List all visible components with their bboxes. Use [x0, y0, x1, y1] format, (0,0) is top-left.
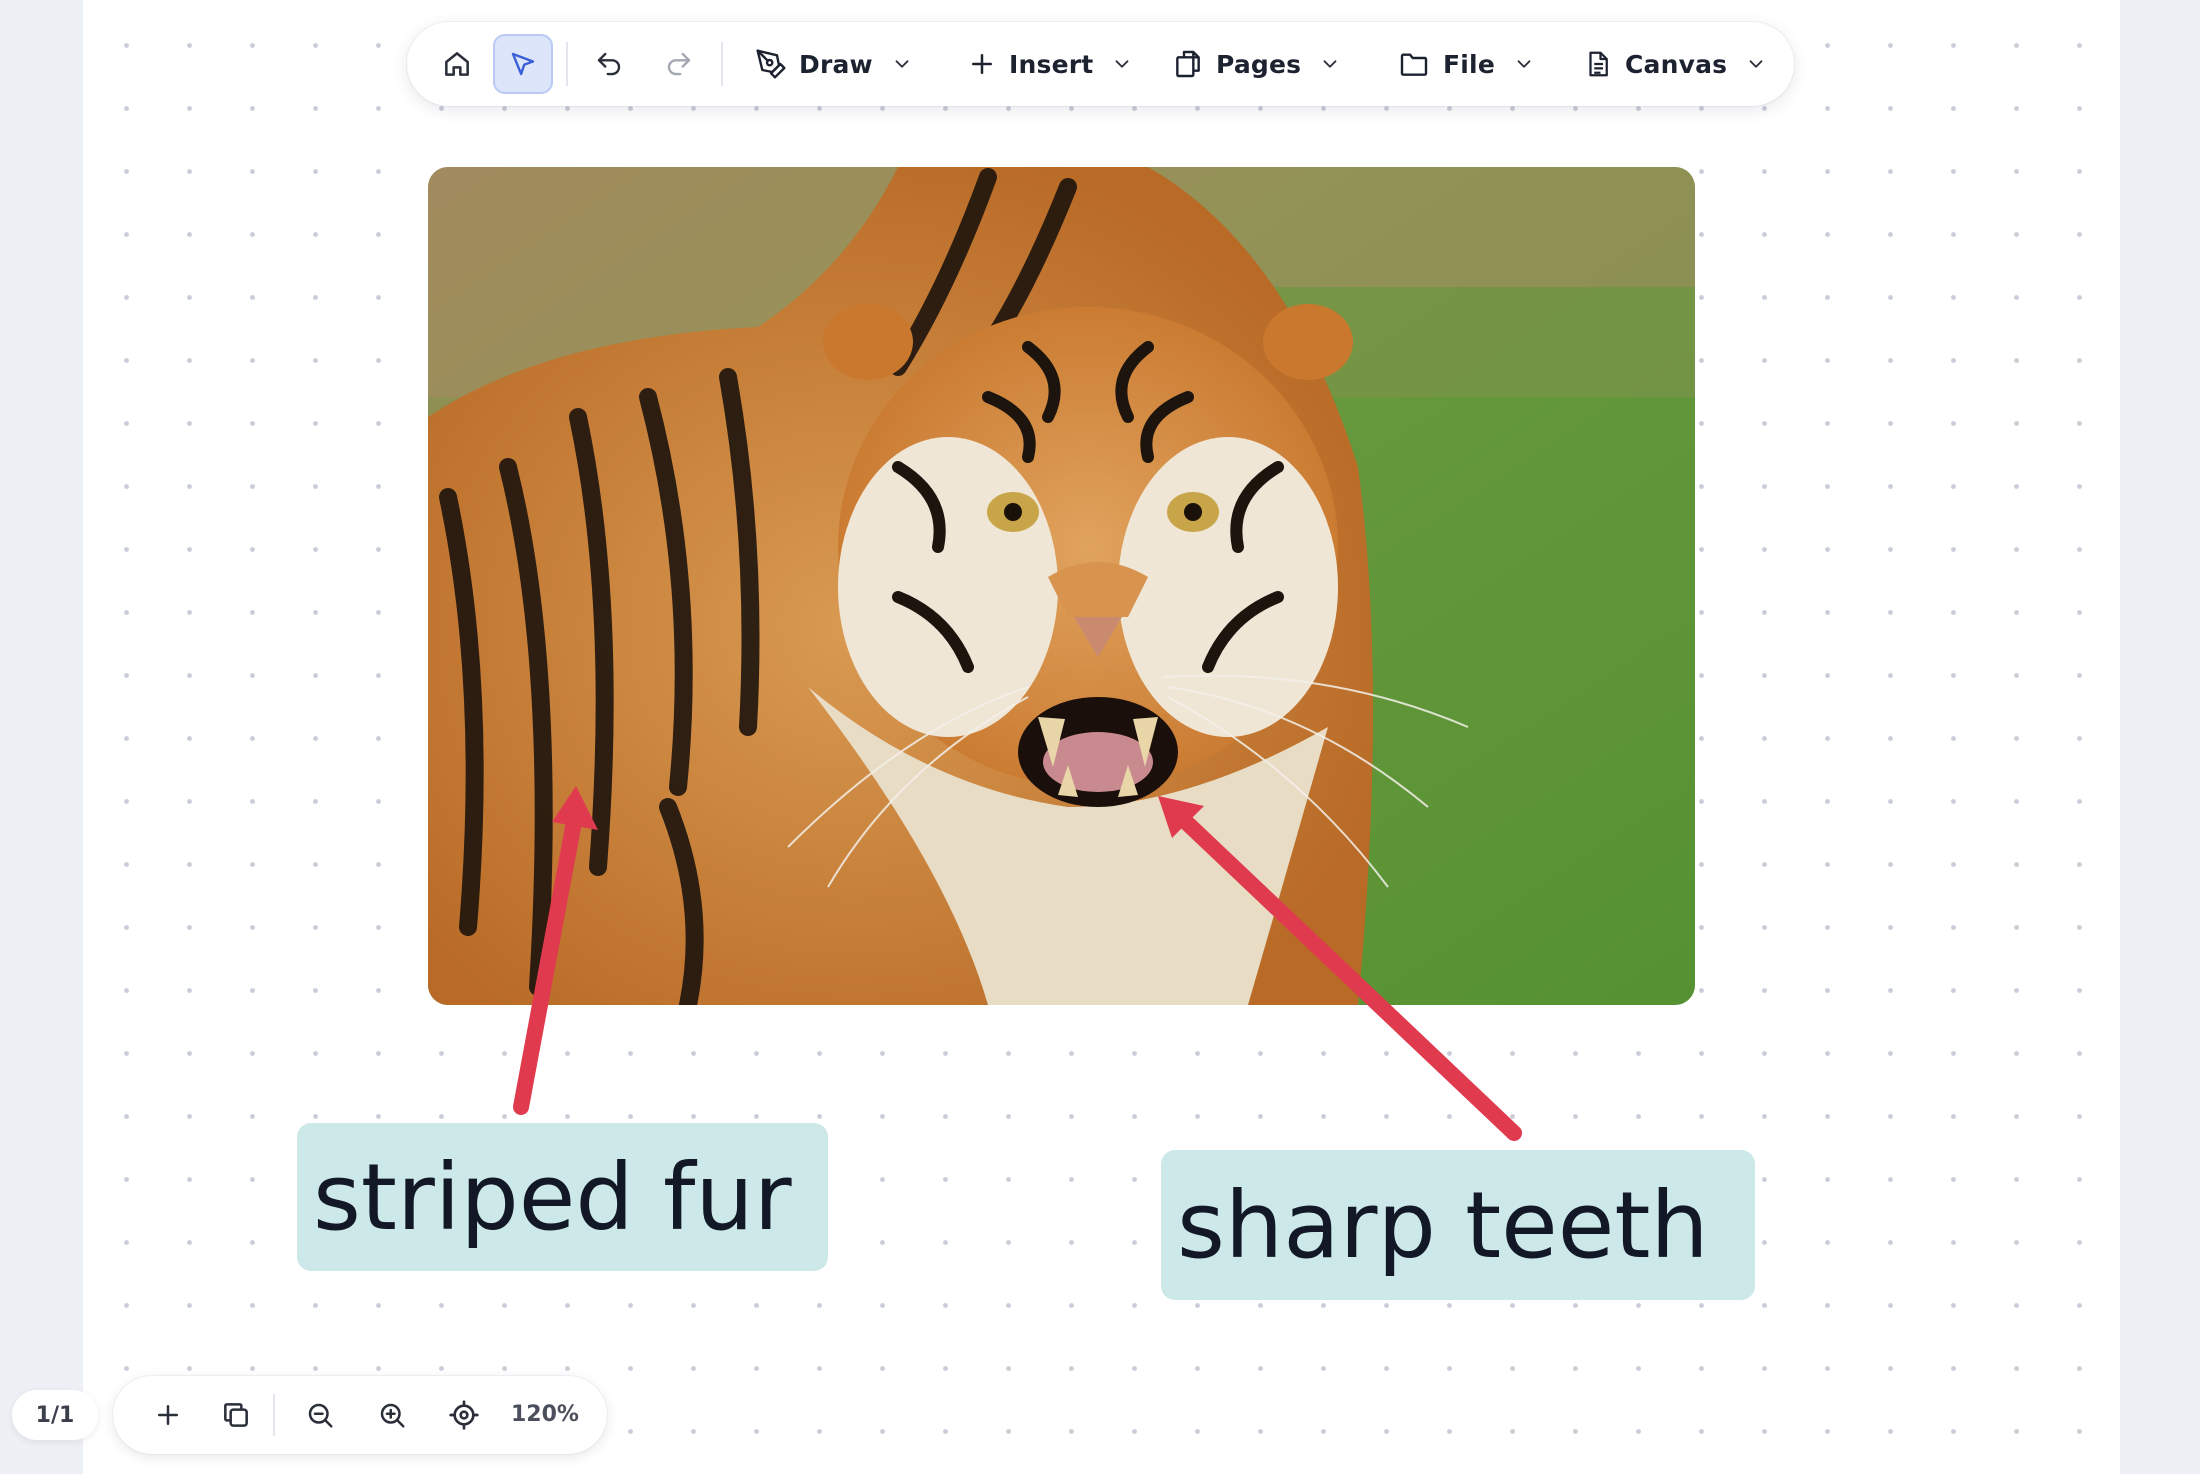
zoom-level[interactable]: 120%	[511, 1394, 579, 1436]
redo-icon	[667, 52, 691, 76]
canvas-menu-label: Canvas	[1625, 49, 1728, 79]
annotation-label-striped-fur[interactable]: striped fur	[297, 1123, 828, 1271]
chevron-down-icon	[1111, 53, 1133, 75]
undo-button[interactable]	[579, 34, 639, 94]
zoom-out-icon	[308, 1403, 333, 1428]
canvas-menu[interactable]: Canvas	[1583, 34, 1767, 94]
page-indicator[interactable]: 1/1	[12, 1390, 98, 1440]
duplicate-page-button[interactable]	[209, 1388, 263, 1442]
insert-menu-label: Insert	[1009, 49, 1094, 79]
chevron-down-icon	[1319, 53, 1341, 75]
tiger-photo[interactable]	[428, 167, 1695, 1005]
file-menu-label: File	[1443, 49, 1495, 79]
annotation-label-sharp-teeth[interactable]: sharp teeth	[1161, 1150, 1755, 1300]
pages-menu[interactable]: Pages	[1172, 34, 1341, 94]
add-page-button[interactable]	[141, 1388, 195, 1442]
file-menu[interactable]: File	[1397, 34, 1535, 94]
pages-menu-label: Pages	[1216, 49, 1302, 79]
draw-menu-label: Draw	[799, 49, 873, 79]
annotation-text: sharp teeth	[1177, 1171, 1709, 1279]
chevron-down-icon	[1513, 53, 1535, 75]
plus-icon	[158, 1405, 178, 1425]
toolbar-divider	[721, 42, 723, 86]
tiger-photo-illustration	[428, 167, 1695, 1005]
recenter-button[interactable]	[437, 1388, 491, 1442]
draw-menu[interactable]: Draw	[755, 34, 913, 94]
plus-icon	[972, 54, 992, 74]
insert-menu[interactable]: Insert	[967, 34, 1133, 94]
home-icon	[445, 52, 469, 76]
cursor-pointer-icon	[511, 52, 535, 76]
crosshair-icon	[449, 1400, 479, 1430]
chevron-down-icon	[1745, 53, 1767, 75]
duplicate-icon	[224, 1403, 248, 1427]
zoom-in-icon	[380, 1403, 405, 1428]
zoom-in-button[interactable]	[365, 1388, 419, 1442]
toolbar-divider	[566, 42, 568, 86]
folder-icon	[1400, 53, 1428, 76]
bottom-toolbar-divider	[273, 1394, 275, 1436]
select-tool-button[interactable]	[493, 34, 553, 94]
copy-pages-icon	[1176, 50, 1200, 78]
main-toolbar: Draw Insert Pages File Canvas	[407, 22, 1794, 106]
page-indicator-text: 1/1	[35, 1402, 75, 1428]
annotation-text: striped fur	[313, 1143, 792, 1251]
redo-button[interactable]	[649, 34, 709, 94]
document-icon	[1589, 51, 1608, 77]
home-button[interactable]	[427, 34, 487, 94]
zoom-out-button[interactable]	[293, 1388, 347, 1442]
undo-icon	[597, 52, 621, 76]
bottom-toolbar: 120%	[113, 1376, 607, 1454]
pen-tool-icon	[756, 49, 786, 79]
chevron-down-icon	[891, 53, 913, 75]
